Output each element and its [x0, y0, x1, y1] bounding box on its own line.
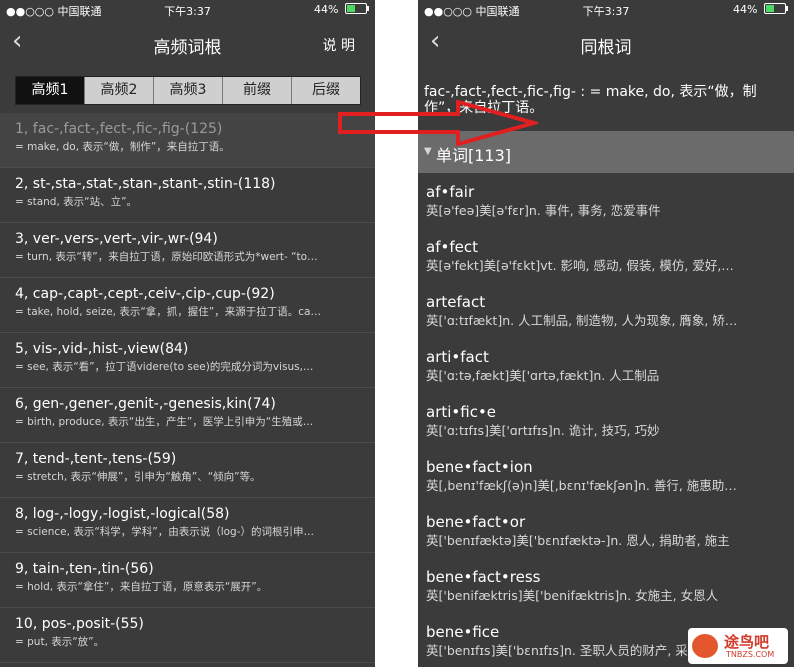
root-title: 1, fac-,fact-,fect-,fic-,fig-(125)	[15, 121, 223, 137]
watermark-logo: 途鸟吧 TNBZS.COM	[688, 628, 788, 664]
list-item[interactable]: bene•fact•ion 英[,benɪ'fækʃ(ə)n]美[,bɛnɪ'f…	[418, 448, 794, 503]
word-meaning: 英['benifæktris]美['benifæktris]n. 女施主, 女恩…	[426, 588, 719, 603]
word-text: arti•fact	[426, 348, 489, 366]
list-item[interactable]: 8, log-,-logy,-logist,-logical(58) = sci…	[0, 498, 375, 553]
word-text: bene•fact•ion	[426, 458, 533, 476]
root-title: 10, pos-,posit-(55)	[15, 616, 144, 632]
word-meaning: 英['ɑːtə,fækt]美['ɑrtə,fækt]n. 人工制品	[426, 368, 660, 383]
list-item[interactable]: 4, cap-,capt-,cept-,ceiv-,cip-,cup-(92) …	[0, 278, 375, 333]
root-list: 1, fac-,fact-,fect-,fic-,fig-(125) = mak…	[0, 113, 375, 663]
word-meaning: 英['ɑːtɪfækt]n. 人工制品, 制造物, 人为现象, 膺象, 矫…	[426, 313, 738, 328]
battery-percent: 44%	[314, 3, 339, 16]
status-bar: ●●○○○ 中国联通 下午3:37 44%	[418, 0, 794, 20]
word-meaning: 英[,benɪ'fækʃ(ə)n]美[,bɛnɪ'fækʃən]n. 善行, 施…	[426, 478, 737, 493]
list-item[interactable]: arti•fic•e 英['ɑːtɪfɪs]美['ɑrtɪfɪs]n. 诡计, …	[418, 393, 794, 448]
battery-icon	[764, 3, 788, 14]
root-meaning: = stretch, 表示“伸展”，引申为“触角”、“倾向”等。	[15, 471, 261, 483]
list-item[interactable]: 3, ver-,vers-,vert-,vir-,wr-(94) = turn,…	[0, 223, 375, 278]
word-text: arti•fic•e	[426, 403, 497, 421]
list-item[interactable]: artefact 英['ɑːtɪfækt]n. 人工制品, 制造物, 人为现象,…	[418, 283, 794, 338]
battery-status: 44%	[314, 3, 369, 16]
list-item[interactable]: 6, gen-,gener-,genit-,-genesis,kin(74) =…	[0, 388, 375, 443]
tuniaoba-logo-icon	[692, 634, 718, 658]
help-button[interactable]: 说 明	[323, 35, 355, 55]
tab-high-frequency-1[interactable]: 高频1	[16, 77, 84, 104]
root-meaning: = hold, 表示“拿住”，来自拉丁语，原意表示“展开”。	[15, 581, 268, 593]
battery-icon	[345, 3, 369, 14]
list-item[interactable]: 5, vis-,vid-,hist-,view(84) = see, 表示“看”…	[0, 333, 375, 388]
list-item[interactable]: arti•fact 英['ɑːtə,fækt]美['ɑrtə,fækt]n. 人…	[418, 338, 794, 393]
word-meaning: 英['benɪfæktə]美['bɛnɪfæktə-]n. 恩人, 捐助者, 施…	[426, 533, 730, 548]
root-meaning: = science, 表示“科学，学科”，由表示说（log-）的词根引申…	[15, 526, 314, 538]
list-item[interactable]: 2, st-,sta-,stat-,stan-,stant-,stin-(118…	[0, 168, 375, 223]
root-title: 7, tend-,tent-,tens-(59)	[15, 451, 177, 467]
list-item[interactable]: bene•fact•ress 英['benifæktris]美['benifæk…	[418, 558, 794, 613]
navigation-bar: ‹ 高频词根 说 明	[0, 20, 375, 64]
right-arrow-icon	[338, 100, 538, 146]
root-title: 9, tain-,ten-,tin-(56)	[15, 561, 154, 577]
battery-percent: 44%	[733, 3, 758, 16]
word-meaning: 英['ɑːtɪfɪs]美['ɑrtɪfɪs]n. 诡计, 技巧, 巧妙	[426, 423, 660, 438]
list-item[interactable]: bene•fact•or 英['benɪfæktə]美['bɛnɪfæktə-]…	[418, 503, 794, 558]
watermark-subtext: TNBZS.COM	[726, 650, 775, 659]
segment-tabs: 高频1 高频2 高频3 前缀 后缀	[15, 76, 361, 105]
root-title: 3, ver-,vers-,vert-,vir-,wr-(94)	[15, 231, 218, 247]
root-meaning: = take, hold, seize, 表示“拿，抓，握住”，来源于拉丁语。c…	[15, 306, 321, 318]
watermark-text: 途鸟吧	[724, 633, 770, 651]
page-title: 同根词	[580, 38, 632, 58]
root-meaning: = put, 表示“放”。	[15, 636, 105, 648]
list-item[interactable]: af•fair 英[ə'feə]美[ə'fɛr]n. 事件, 事务, 恋爱事件	[418, 173, 794, 228]
root-title: 4, cap-,capt-,cept-,ceiv-,cip-,cup-(92)	[15, 286, 275, 302]
list-item[interactable]: af•fect 英[ə'fekt]美[ə'fɛkt]vt. 影响, 感动, 假装…	[418, 228, 794, 283]
word-meaning: 英[ə'feə]美[ə'fɛr]n. 事件, 事务, 恋爱事件	[426, 203, 661, 218]
root-meaning: = turn, 表示“转”，来自拉丁语，原始印欧语形式为*wert- “to…	[15, 251, 318, 263]
root-meaning: = stand, 表示“站、立”。	[15, 196, 138, 208]
list-item[interactable]: 10, pos-,posit-(55) = put, 表示“放”。	[0, 608, 375, 663]
page-title: 高频词根	[153, 38, 222, 58]
word-text: af•fect	[426, 238, 478, 256]
root-title: 2, st-,sta-,stat-,stan-,stant-,stin-(118…	[15, 176, 276, 192]
word-text: bene•fact•ress	[426, 568, 541, 586]
word-text: af•fair	[426, 183, 475, 201]
root-meaning: = birth, produce, 表示“出生，产生”，医学上引申为“生殖或…	[15, 416, 314, 428]
triangle-down-icon: ▼	[424, 146, 432, 157]
root-title: 8, log-,-logy,-logist,-logical(58)	[15, 506, 230, 522]
word-list: af•fair 英[ə'feə]美[ə'fɛr]n. 事件, 事务, 恋爱事件 …	[418, 173, 794, 667]
tab-prefix[interactable]: 前缀	[222, 77, 291, 104]
root-title: 6, gen-,gener-,genit-,-genesis,kin(74)	[15, 396, 276, 412]
tab-high-frequency-2[interactable]: 高频2	[84, 77, 153, 104]
navigation-bar: ‹ 同根词	[418, 20, 794, 64]
word-text: artefact	[426, 293, 486, 311]
word-text: bene•fact•or	[426, 513, 526, 531]
list-item[interactable]: 9, tain-,ten-,tin-(56) = hold, 表示“拿住”，来自…	[0, 553, 375, 608]
list-item[interactable]: 1, fac-,fact-,fect-,fic-,fig-(125) = mak…	[0, 113, 375, 168]
root-meaning: = make, do, 表示“做，制作”，来自拉丁语。	[15, 141, 230, 153]
root-meaning: = see, 表示“看”，拉丁语videre(to see)的完成分词为visu…	[15, 361, 314, 373]
tab-high-frequency-3[interactable]: 高频3	[153, 77, 222, 104]
status-bar: ●●○○○ 中国联通 下午3:37 44%	[0, 0, 375, 20]
battery-status: 44%	[733, 3, 788, 16]
word-meaning: 英[ə'fekt]美[ə'fɛkt]vt. 影响, 感动, 假装, 模仿, 爱好…	[426, 258, 734, 273]
left-phone-screen: ●●○○○ 中国联通 下午3:37 44% ‹ 高频词根 说 明 高频1 高频2…	[0, 0, 375, 667]
list-item[interactable]: 7, tend-,tent-,tens-(59) = stretch, 表示“伸…	[0, 443, 375, 498]
root-title: 5, vis-,vid-,hist-,view(84)	[15, 341, 189, 357]
